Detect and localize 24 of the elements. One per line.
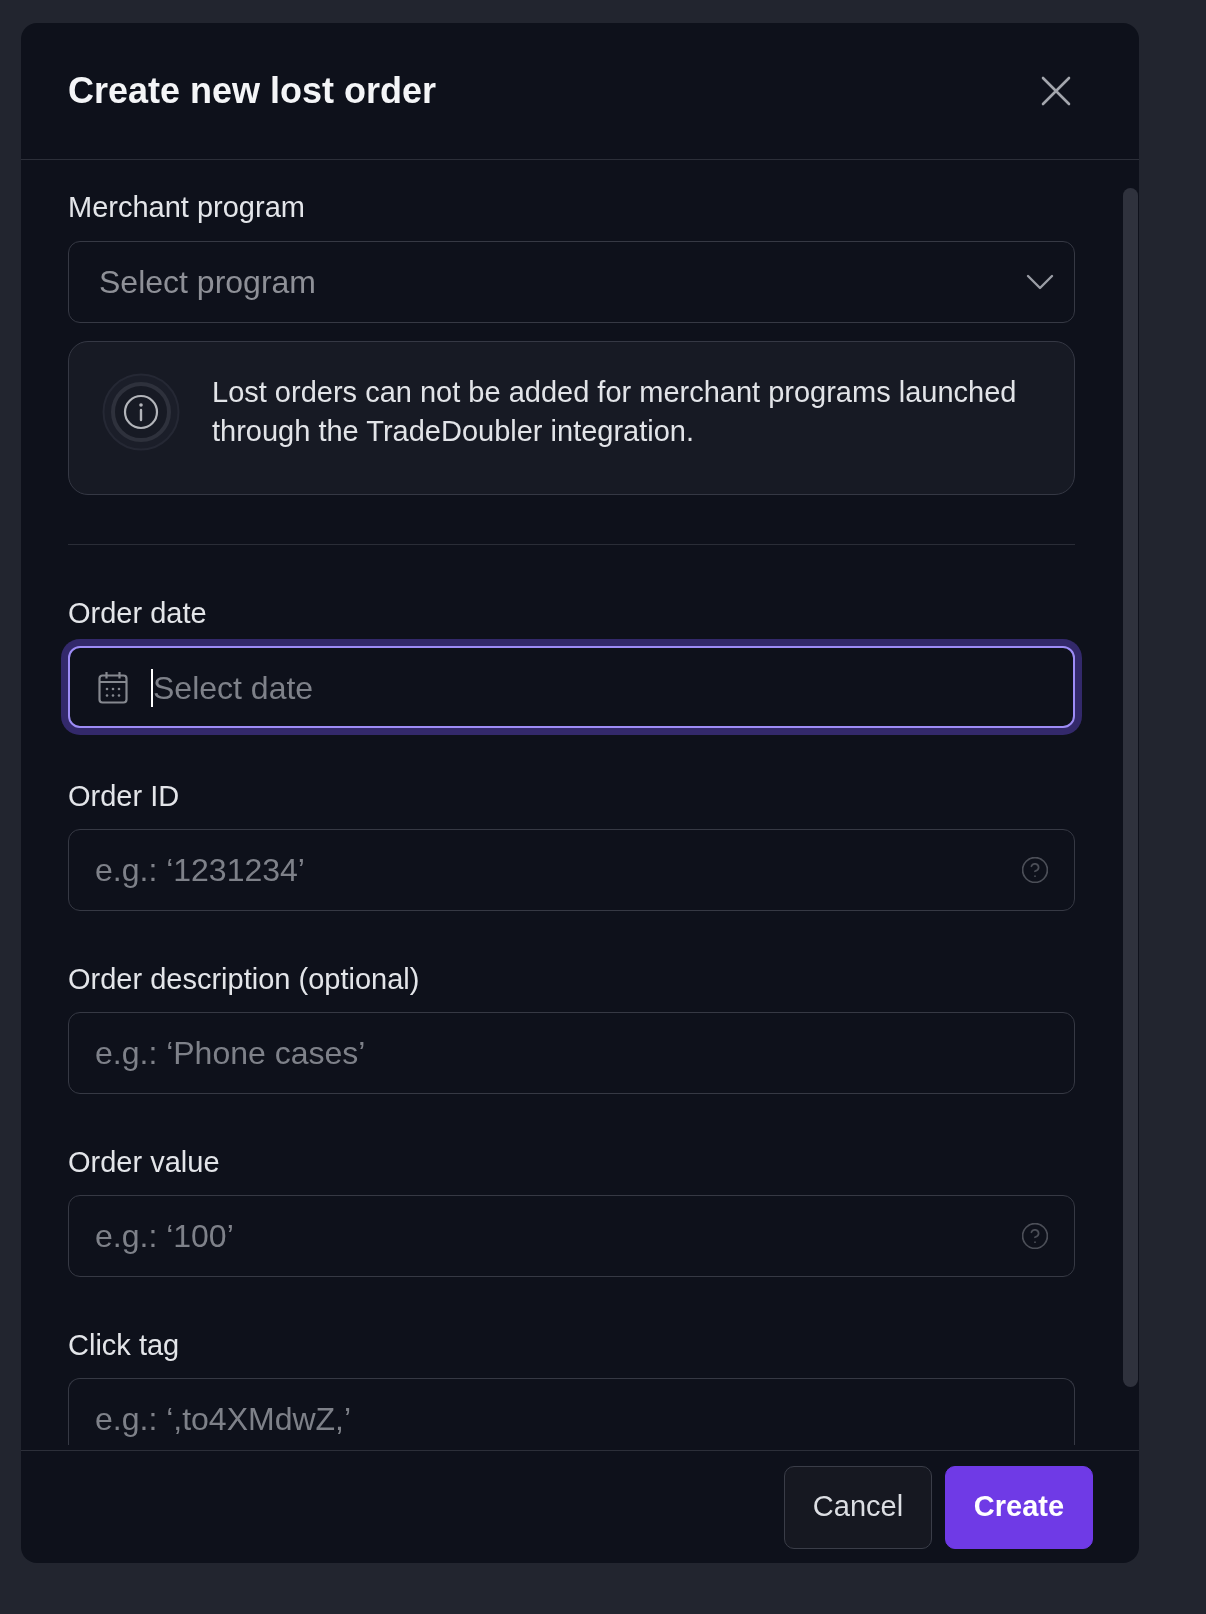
text-cursor-icon <box>151 668 153 707</box>
field-label: Click tag <box>68 1328 180 1363</box>
close-button[interactable] <box>1041 76 1071 106</box>
text-field[interactable]: e.g.: ‘Phone cases’ <box>68 1012 1075 1094</box>
field-label: Order description (optional) <box>68 962 420 997</box>
text-field[interactable]: e.g.: ‘1231234’ <box>68 829 1075 911</box>
field-label: Order value <box>68 1145 220 1180</box>
close-icon <box>1041 76 1071 106</box>
field-label: Merchant program <box>68 190 305 225</box>
text-field[interactable]: e.g.: ‘100’ <box>68 1195 1075 1277</box>
dialog-title: Create new lost order <box>68 69 437 113</box>
notice-text: Lost orders can not be added for merchant programs launched through the TradeDoubler integration. <box>212 375 1018 449</box>
text-field[interactable]: e.g.: ‘,to4XMdwZ,’ <box>68 1378 1075 1445</box>
field-label: Order date <box>68 596 207 631</box>
info-icon <box>102 373 180 451</box>
help-icon[interactable] <box>1022 856 1048 883</box>
scrollbar-thumb[interactable] <box>1123 188 1138 1387</box>
chevron-down-icon <box>1026 274 1054 290</box>
field-label: Order ID <box>68 779 180 814</box>
calendar-icon <box>98 671 128 704</box>
cancel-button[interactable]: Cancel <box>784 1465 932 1549</box>
program-select[interactable]: Select program <box>68 241 1075 323</box>
help-icon[interactable] <box>1022 1222 1048 1249</box>
create-button[interactable]: Create <box>945 1465 1093 1549</box>
